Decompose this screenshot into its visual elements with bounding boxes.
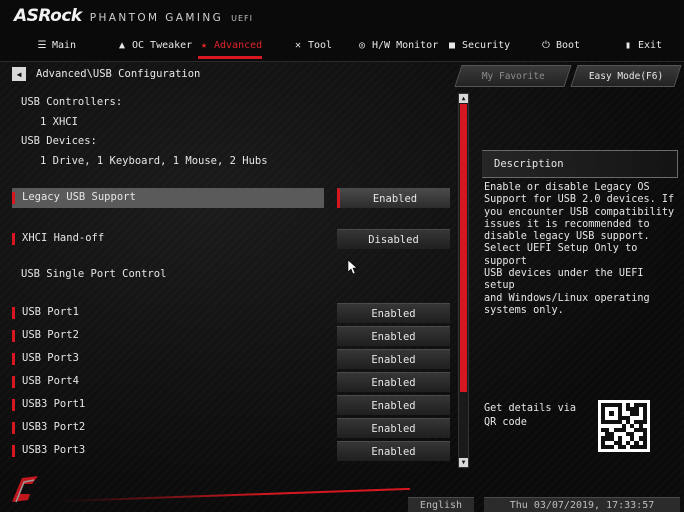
easy-mode-label: Easy Mode(F6) — [588, 70, 664, 82]
setting-label: USB Port3 — [22, 352, 79, 364]
setting-usb-port3[interactable]: USB Port3 Enabled — [12, 349, 452, 369]
setting-label: USB Port2 — [22, 329, 79, 341]
tab-oc-tweaker[interactable]: ▲ OC Tweaker — [116, 34, 192, 56]
mouse-cursor-icon — [348, 260, 358, 274]
setting-marker — [12, 353, 15, 365]
scrollbar[interactable]: ▲ ▼ — [458, 93, 469, 468]
qr-code-icon — [598, 400, 650, 452]
phantom-gaming-logo-icon — [12, 476, 38, 503]
exit-icon: ▮ — [624, 39, 632, 51]
tab-label: H/W Monitor — [372, 39, 439, 51]
tab-label: Exit — [638, 39, 663, 51]
monitor-icon: ◎ — [358, 39, 366, 51]
setting-value-dropdown[interactable]: Enabled — [337, 188, 450, 208]
setting-label: USB Port1 — [22, 306, 79, 318]
setting-usb-port4[interactable]: USB Port4 Enabled — [12, 372, 452, 392]
brand-uefi: UEFI — [231, 14, 254, 23]
footer-accent-line — [60, 487, 410, 503]
scrollbar-thumb[interactable] — [460, 104, 467, 392]
my-favorite-label: My Favorite — [481, 70, 545, 82]
setting-marker — [12, 422, 15, 434]
setting-marker — [12, 233, 15, 245]
usb-devices-value: 1 Drive, 1 Keyboard, 1 Mouse, 2 Hubs — [40, 155, 268, 167]
asrock-logo: ASRock — [14, 6, 82, 26]
date-time: Thu 03/07/2019, 17:33:57 — [484, 497, 680, 512]
star-icon: ★ — [200, 39, 208, 51]
usb-controllers-label: USB Controllers: — [21, 96, 123, 108]
tools-icon: ✕ — [294, 39, 302, 51]
setting-value-dropdown[interactable]: Enabled — [337, 349, 450, 369]
setting-label: USB Port4 — [22, 375, 79, 387]
setting-label: XHCI Hand-off — [22, 232, 105, 244]
setting-value-dropdown[interactable]: Enabled — [337, 395, 450, 415]
qr-caption: Get details via QR code — [484, 403, 577, 428]
back-arrow-icon[interactable]: ◀ — [12, 67, 26, 81]
easy-mode-button[interactable]: Easy Mode(F6) — [570, 65, 682, 87]
setting-legacy-usb-support[interactable]: Legacy USB Support Enabled — [12, 188, 452, 208]
setting-marker — [12, 399, 15, 411]
setting-value-dropdown[interactable]: Enabled — [337, 418, 450, 438]
breadcrumb: ◀ Advanced\USB Configuration — [12, 67, 200, 81]
setting-marker — [12, 330, 15, 342]
main-tabs: ☰ Main ▲ OC Tweaker ★ Advanced ✕ Tool ◎ … — [0, 34, 684, 59]
setting-label: USB3 Port2 — [22, 421, 86, 433]
tab-tool[interactable]: ✕ Tool — [292, 34, 332, 56]
setting-usb-port2[interactable]: USB Port2 Enabled — [12, 326, 452, 346]
tab-main[interactable]: ☰ Main — [36, 34, 77, 56]
usb-controllers-value: 1 XHCI — [40, 116, 78, 128]
usb-devices-label: USB Devices: — [21, 135, 97, 147]
setting-usb3-port1[interactable]: USB3 Port1 Enabled — [12, 395, 452, 415]
power-icon: ⏻ — [542, 39, 550, 51]
tab-label: Security — [462, 39, 511, 51]
tab-label: Boot — [556, 39, 581, 51]
setting-usb3-port2[interactable]: USB3 Port2 Enabled — [12, 418, 452, 438]
scroll-down-icon[interactable]: ▼ — [459, 458, 468, 467]
brand-subtitle: PHANTOM GAMING — [89, 12, 224, 24]
qr-pattern — [601, 403, 647, 449]
setting-xhci-hand-off[interactable]: XHCI Hand-off Disabled — [12, 229, 452, 249]
tab-security[interactable]: ■ Security — [446, 34, 510, 56]
tab-boot[interactable]: ⏻ Boot — [540, 34, 580, 56]
setting-marker — [12, 445, 15, 457]
setting-label: USB3 Port1 — [22, 398, 86, 410]
setting-value-dropdown[interactable]: Enabled — [337, 326, 450, 346]
rocket-icon: ▲ — [118, 39, 126, 51]
scroll-up-icon[interactable]: ▲ — [459, 94, 468, 103]
setting-marker — [12, 307, 15, 319]
setting-usb3-port3[interactable]: USB3 Port3 Enabled — [12, 441, 452, 461]
tab-advanced[interactable]: ★ Advanced — [198, 34, 263, 59]
shield-icon: ■ — [448, 39, 456, 51]
setting-value-dropdown[interactable]: Disabled — [337, 229, 450, 249]
header-bar: ASRock PHANTOM GAMING UEFI ☰ Main ▲ OC T… — [0, 0, 684, 62]
setting-label: USB3 Port3 — [22, 444, 86, 456]
setting-usb-port1[interactable]: USB Port1 Enabled — [12, 303, 452, 323]
tab-hw-monitor[interactable]: ◎ H/W Monitor — [356, 34, 438, 56]
tab-label: OC Tweaker — [132, 39, 193, 51]
setting-marker — [12, 192, 15, 204]
usb-single-port-control-heading: USB Single Port Control — [21, 268, 167, 280]
language-selector[interactable]: English — [408, 497, 474, 512]
setting-value-dropdown[interactable]: Enabled — [337, 303, 450, 323]
setting-marker — [12, 376, 15, 388]
setting-value-dropdown[interactable]: Enabled — [337, 441, 450, 461]
description-header: Description — [482, 150, 678, 178]
tab-label: Tool — [308, 39, 333, 51]
breadcrumb-path: Advanced\USB Configuration — [36, 68, 201, 80]
my-favorite-button[interactable]: My Favorite — [454, 65, 572, 87]
setting-value-dropdown[interactable]: Enabled — [337, 372, 450, 392]
list-icon: ☰ — [37, 39, 47, 51]
brand: ASRock PHANTOM GAMING UEFI — [14, 6, 253, 26]
tab-label: Advanced — [214, 39, 263, 51]
description-text: Enable or disable Legacy OS Support for … — [484, 182, 675, 316]
tab-label: Main — [52, 39, 77, 51]
setting-label: Legacy USB Support — [22, 191, 136, 203]
tab-exit[interactable]: ▮ Exit — [622, 34, 662, 56]
